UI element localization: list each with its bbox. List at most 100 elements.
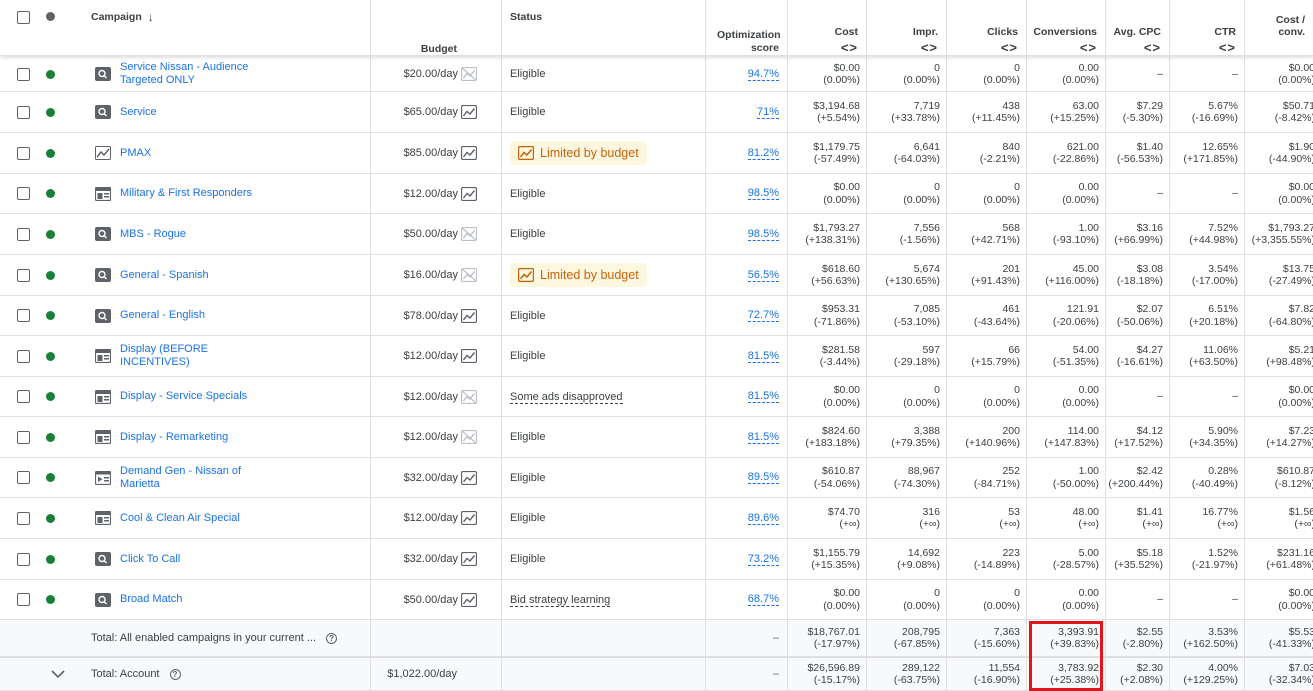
sort-arrow-down-icon[interactable]: ↓	[148, 10, 154, 24]
budget-value[interactable]: $12.00/day	[404, 431, 458, 443]
header-ctr-label[interactable]: CTR	[1214, 26, 1236, 38]
optimization-score-link[interactable]: 68.7%	[747, 593, 779, 606]
row-checkbox[interactable]	[16, 105, 30, 119]
enabled-status-dot[interactable]	[46, 229, 55, 239]
row-checkbox[interactable]	[16, 349, 30, 363]
campaign-name-link[interactable]: Service	[120, 106, 157, 119]
enabled-status-dot[interactable]	[46, 148, 55, 158]
budget-value[interactable]: $16.00/day	[404, 269, 458, 281]
enabled-status-dot[interactable]	[46, 351, 55, 361]
expand-column-icon[interactable]: <>	[921, 40, 938, 55]
campaign-name-link[interactable]: Display - Remarketing	[120, 431, 228, 444]
chart-icon[interactable]	[461, 186, 477, 201]
header-status[interactable]: Status	[502, 0, 706, 55]
help-icon[interactable]: ?	[326, 632, 338, 644]
status-text[interactable]: Bid strategy learning	[502, 593, 611, 607]
header-impr-label[interactable]: Impr.	[913, 26, 938, 38]
header-status-label[interactable]: Status	[510, 11, 542, 23]
optimization-score-link[interactable]: 56.5%	[747, 269, 779, 282]
chart-icon[interactable]	[461, 592, 477, 607]
expand-column-icon[interactable]: <>	[1219, 40, 1236, 55]
enabled-status-dot[interactable]	[46, 311, 55, 320]
select-all-checkbox[interactable]	[16, 11, 30, 24]
header-clicks[interactable]: Clicks <>	[947, 0, 1027, 55]
optimization-score-link[interactable]: 81.2%	[747, 147, 779, 160]
optimization-score-link[interactable]: 73.2%	[747, 553, 779, 566]
budget-value[interactable]: $78.00/day	[404, 310, 458, 322]
budget-value[interactable]: $65.00/day	[404, 106, 458, 118]
expand-column-icon[interactable]: <>	[1144, 40, 1161, 55]
optimization-score-link[interactable]: 72.7%	[747, 309, 779, 322]
row-checkbox[interactable]	[16, 268, 30, 282]
row-checkbox[interactable]	[16, 187, 30, 200]
chart-icon[interactable]	[461, 470, 477, 485]
header-cost_conv-label[interactable]: Cost / conv.	[1254, 14, 1305, 38]
campaign-name-link[interactable]: PMAX	[120, 147, 151, 160]
campaign-name-link[interactable]: Military & First Responders	[120, 187, 252, 200]
row-checkbox[interactable]	[16, 511, 30, 525]
enabled-status-dot[interactable]	[46, 513, 55, 523]
enabled-status-dot[interactable]	[46, 189, 55, 198]
chart-icon[interactable]	[461, 308, 477, 323]
header-impr[interactable]: Impr. <>	[867, 0, 947, 55]
campaign-name-link[interactable]: Cool & Clean Air Special	[120, 512, 240, 525]
row-checkbox[interactable]	[16, 390, 30, 403]
header-optimization[interactable]: Optimization score	[706, 0, 788, 55]
budget-value[interactable]: $12.00/day	[404, 188, 458, 200]
campaign-name-link[interactable]: MBS - Rogue	[120, 228, 186, 241]
header-optimization-label[interactable]: Optimization score	[717, 29, 781, 55]
row-checkbox[interactable]	[16, 471, 30, 484]
campaign-name-link[interactable]: General - English	[120, 309, 205, 322]
chart-disabled-icon[interactable]	[461, 430, 477, 444]
optimization-score-link[interactable]: 81.5%	[747, 431, 779, 444]
row-checkbox[interactable]	[16, 552, 30, 566]
header-cost-label[interactable]: Cost	[835, 26, 858, 38]
enabled-status-dot[interactable]	[46, 432, 55, 442]
chart-icon[interactable]	[461, 146, 477, 160]
header-cost[interactable]: Cost <>	[788, 0, 867, 55]
chart-disabled-icon[interactable]	[461, 227, 477, 241]
header-budget-label[interactable]: Budget	[421, 43, 457, 55]
chart-icon[interactable]	[461, 511, 477, 525]
budget-value[interactable]: $32.00/day	[404, 472, 458, 484]
enabled-status-dot[interactable]	[46, 473, 55, 482]
enabled-status-dot[interactable]	[46, 595, 55, 604]
budget-value[interactable]: $85.00/day	[404, 147, 458, 159]
row-checkbox[interactable]	[16, 309, 30, 322]
optimization-score-link[interactable]: 89.5%	[747, 471, 779, 484]
optimization-score-link[interactable]: 94.7%	[747, 68, 779, 81]
budget-value[interactable]: $50.00/day	[404, 228, 458, 240]
budget-value[interactable]: $32.00/day	[404, 553, 458, 565]
header-avg_cpc-label[interactable]: Avg. CPC	[1114, 26, 1161, 38]
header-avg_cpc[interactable]: Avg. CPC <>	[1106, 0, 1170, 55]
chart-disabled-icon[interactable]	[461, 268, 477, 282]
row-checkbox[interactable]	[16, 146, 30, 160]
optimization-score-link[interactable]: 98.5%	[747, 187, 779, 200]
row-checkbox[interactable]	[16, 593, 30, 606]
expand-column-icon[interactable]: <>	[1080, 40, 1097, 55]
chart-disabled-icon[interactable]	[461, 67, 477, 81]
row-checkbox[interactable]	[16, 430, 30, 444]
budget-value[interactable]: $20.00/day	[404, 68, 458, 80]
enabled-status-dot[interactable]	[46, 392, 55, 401]
header-campaign-label[interactable]: Campaign	[91, 11, 142, 23]
chevron-down-icon[interactable]	[51, 669, 65, 679]
header-campaign[interactable]: Campaign ↓	[82, 0, 371, 55]
optimization-score-link[interactable]: 71%	[756, 106, 779, 119]
enabled-status-dot[interactable]	[46, 554, 55, 564]
limited-by-budget-chip[interactable]: Limited by budget	[510, 141, 647, 165]
budget-value[interactable]: $50.00/day	[404, 594, 458, 606]
campaign-name-link[interactable]: Demand Gen - Nissan of Marietta	[120, 465, 260, 491]
header-budget[interactable]: Budget	[371, 0, 502, 55]
campaign-name-link[interactable]: General - Spanish	[120, 269, 209, 282]
expand-column-icon[interactable]: <>	[1001, 40, 1018, 55]
status-filter-dot[interactable]	[46, 12, 55, 21]
chart-icon[interactable]	[461, 552, 477, 566]
campaign-name-link[interactable]: Display - Service Specials	[120, 390, 247, 403]
header-ctr[interactable]: CTR <>	[1170, 0, 1245, 55]
budget-value[interactable]: $12.00/day	[404, 350, 458, 362]
campaign-name-link[interactable]: Display (BEFORE INCENTIVES)	[120, 343, 260, 369]
optimization-score-link[interactable]: 81.5%	[747, 350, 779, 363]
header-conversions[interactable]: Conversions <>	[1027, 0, 1106, 55]
header-conversions-label[interactable]: Conversions	[1033, 26, 1097, 38]
